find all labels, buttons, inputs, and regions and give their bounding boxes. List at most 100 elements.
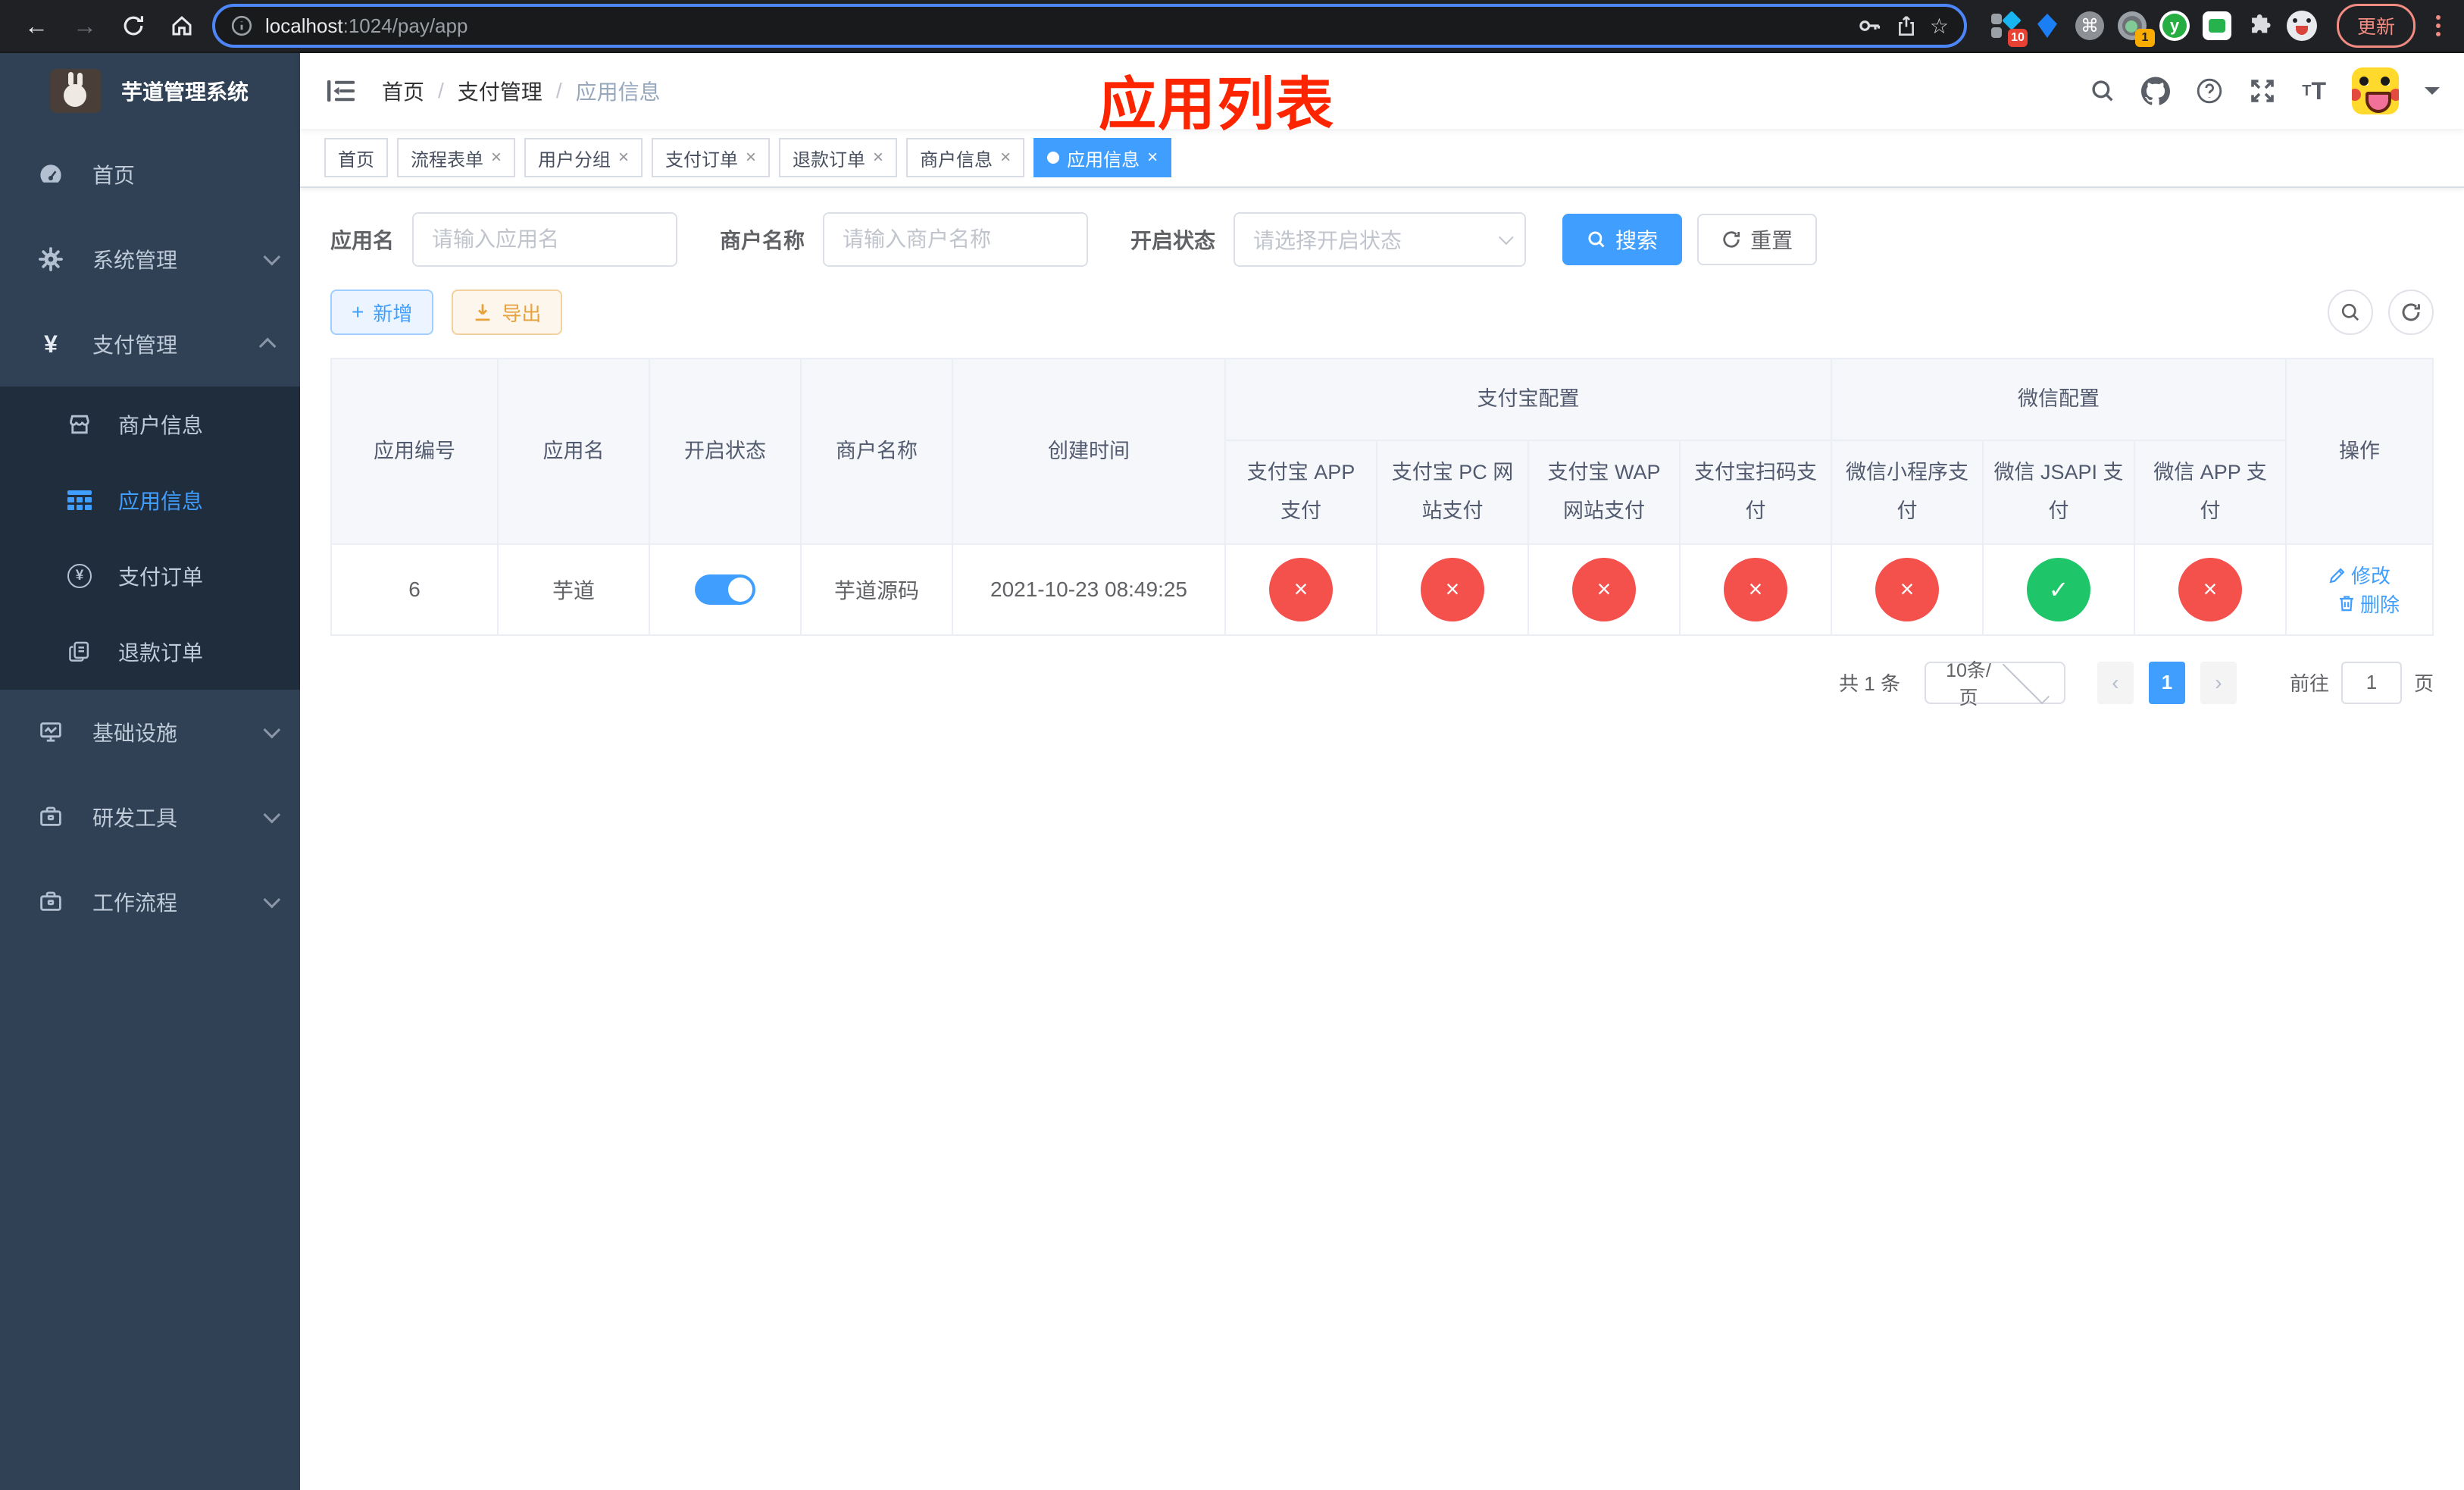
app-logo[interactable]: 芋道管理系统 — [0, 53, 300, 129]
avatar-dropdown-caret[interactable] — [2425, 87, 2440, 102]
refresh-table-button[interactable] — [2388, 290, 2434, 335]
cell-status — [649, 543, 802, 636]
password-key-icon[interactable] — [1857, 13, 1883, 39]
status-toggle[interactable] — [695, 574, 755, 605]
extension-y-icon[interactable]: y — [2158, 9, 2191, 42]
add-button[interactable]: + 新增 — [330, 290, 434, 335]
open-status-icon: ✓ — [2027, 557, 2090, 621]
col-alipay-app: 支付宝 APP 支付 — [1224, 439, 1377, 545]
tab-pay-order[interactable]: 支付订单 × — [652, 138, 771, 177]
extension-pinned-icon[interactable]: 10 — [1988, 9, 2028, 47]
font-size-button[interactable]: TT — [2302, 77, 2326, 105]
close-icon[interactable]: × — [618, 149, 629, 167]
pagination-total: 共 1 条 — [1839, 672, 1900, 696]
extension-command-icon[interactable]: ⌘ — [2073, 9, 2106, 42]
table-row: 6 芋道 芋道源码 2021-10-23 08:49:25 × × × × × … — [330, 543, 2434, 636]
app-name-input[interactable] — [412, 212, 678, 267]
reset-button[interactable]: 重置 — [1697, 214, 1818, 265]
sidebar-item-pay-order[interactable]: ¥ 支付订单 — [0, 538, 300, 614]
user-avatar[interactable] — [2352, 67, 2399, 114]
share-icon[interactable] — [1895, 14, 1918, 37]
address-bar[interactable]: localhost:1024/pay/app ☆ — [212, 4, 1967, 48]
browser-reload-button[interactable] — [112, 5, 155, 47]
next-page-button[interactable]: › — [2200, 661, 2237, 704]
export-button[interactable]: 导出 — [452, 290, 563, 335]
pagination: 共 1 条 10条/页 ‹ 1 › 前往 页 — [330, 656, 2434, 709]
filter-form: 应用名 商户名称 开启状态 请选择开启状态 搜索 重置 — [330, 212, 2434, 267]
col-actions: 操作 — [2285, 357, 2434, 545]
delete-link[interactable]: 删除 — [2337, 590, 2400, 618]
tab-process-form[interactable]: 流程表单 × — [397, 138, 516, 177]
close-icon[interactable]: × — [873, 149, 883, 167]
browser-back-button[interactable]: ← — [15, 5, 58, 47]
cell-alipay-pc: × — [1376, 543, 1529, 636]
close-icon[interactable]: × — [491, 149, 502, 167]
chevron-down-icon — [263, 891, 281, 909]
page-number-button[interactable]: 1 — [2148, 661, 2185, 704]
closed-status-icon: × — [1421, 557, 1484, 621]
command-icon: ⌘ — [2075, 11, 2104, 40]
close-icon[interactable]: × — [746, 149, 756, 167]
goto-page-input[interactable] — [2340, 661, 2402, 704]
extension-chat-icon[interactable] — [2200, 9, 2234, 42]
prev-page-button[interactable]: ‹ — [2097, 661, 2134, 704]
group-alipay-config: 支付宝配置 — [1224, 358, 1832, 441]
monitor-icon — [38, 720, 64, 744]
sidebar-item-app-info[interactable]: 应用信息 — [0, 462, 300, 538]
browser-home-button[interactable] — [161, 5, 203, 47]
sidebar-item-dev-tools[interactable]: 研发工具 — [0, 775, 300, 859]
tab-user-group[interactable]: 用户分组 × — [524, 138, 643, 177]
header-search-button[interactable] — [2090, 78, 2115, 104]
col-alipay-wap: 支付宝 WAP 网站支付 — [1527, 439, 1681, 545]
chrome-update-button[interactable]: 更新 — [2336, 4, 2416, 48]
trash-icon — [2340, 596, 2353, 612]
close-icon[interactable]: × — [1000, 149, 1011, 167]
sidebar-item-payment[interactable]: ¥ 支付管理 — [0, 302, 300, 387]
cell-actions: 修改 删除 — [2285, 543, 2434, 636]
docs-help-button[interactable] — [2196, 77, 2223, 105]
home-icon — [172, 16, 192, 36]
extensions-menu-button[interactable] — [2243, 9, 2276, 42]
sidebar-item-workflow[interactable]: 工作流程 — [0, 859, 300, 944]
tab-refund-order[interactable]: 退款订单 × — [779, 138, 898, 177]
toggle-search-button[interactable] — [2328, 290, 2373, 335]
logo-image — [50, 69, 102, 113]
fullscreen-button[interactable] — [2249, 77, 2276, 105]
edit-link[interactable]: 修改 — [2328, 561, 2391, 589]
merchant-name-input[interactable] — [823, 212, 1089, 267]
site-info-icon[interactable] — [230, 14, 253, 37]
extension-recorder-icon[interactable]: 1 — [2115, 9, 2155, 47]
green-y-icon: y — [2159, 11, 2190, 41]
breadcrumb-home[interactable]: 首页 — [382, 76, 424, 106]
github-link[interactable] — [2141, 77, 2171, 105]
browser-profile-avatar[interactable] — [2285, 9, 2319, 42]
sidebar-item-system[interactable]: 系统管理 — [0, 217, 300, 302]
browser-menu-button[interactable] — [2428, 12, 2449, 39]
sidebar-item-home[interactable]: 首页 — [0, 132, 300, 217]
closed-status-icon: × — [1875, 557, 1939, 621]
cell-alipay-app: × — [1224, 543, 1377, 636]
closed-status-icon: × — [1572, 557, 1636, 621]
bookmark-star-icon[interactable]: ☆ — [1930, 14, 1949, 39]
page-size-select[interactable]: 10条/页 — [1924, 656, 2065, 709]
app-name-label: 应用名 — [330, 229, 395, 252]
breadcrumb: 首页 / 支付管理 / 应用信息 — [382, 76, 661, 106]
breadcrumb-current: 应用信息 — [575, 80, 661, 104]
status-select[interactable]: 请选择开启状态 — [1234, 212, 1527, 267]
search-button[interactable]: 搜索 — [1562, 214, 1683, 265]
extension-badge: 1 — [2134, 29, 2155, 47]
sidebar-item-refund-order[interactable]: 退款订单 — [0, 614, 300, 690]
closed-status-icon: × — [1269, 557, 1333, 621]
sidebar-item-merchant-info[interactable]: 商户信息 — [0, 387, 300, 462]
tab-app-info[interactable]: 应用信息 × — [1033, 138, 1172, 177]
browser-forward-button[interactable]: → — [64, 5, 106, 47]
sidebar-collapse-button[interactable] — [324, 76, 358, 106]
cell-wechat-app: × — [2133, 543, 2287, 636]
sidebar-item-infrastructure[interactable]: 基础设施 — [0, 690, 300, 775]
chevron-down-icon — [2002, 656, 2050, 704]
github-icon — [2141, 77, 2171, 105]
close-icon[interactable]: × — [1147, 149, 1158, 167]
tab-merchant-info[interactable]: 商户信息 × — [906, 138, 1025, 177]
tab-home[interactable]: 首页 — [324, 138, 388, 177]
extension-kite-icon[interactable] — [2031, 9, 2064, 42]
